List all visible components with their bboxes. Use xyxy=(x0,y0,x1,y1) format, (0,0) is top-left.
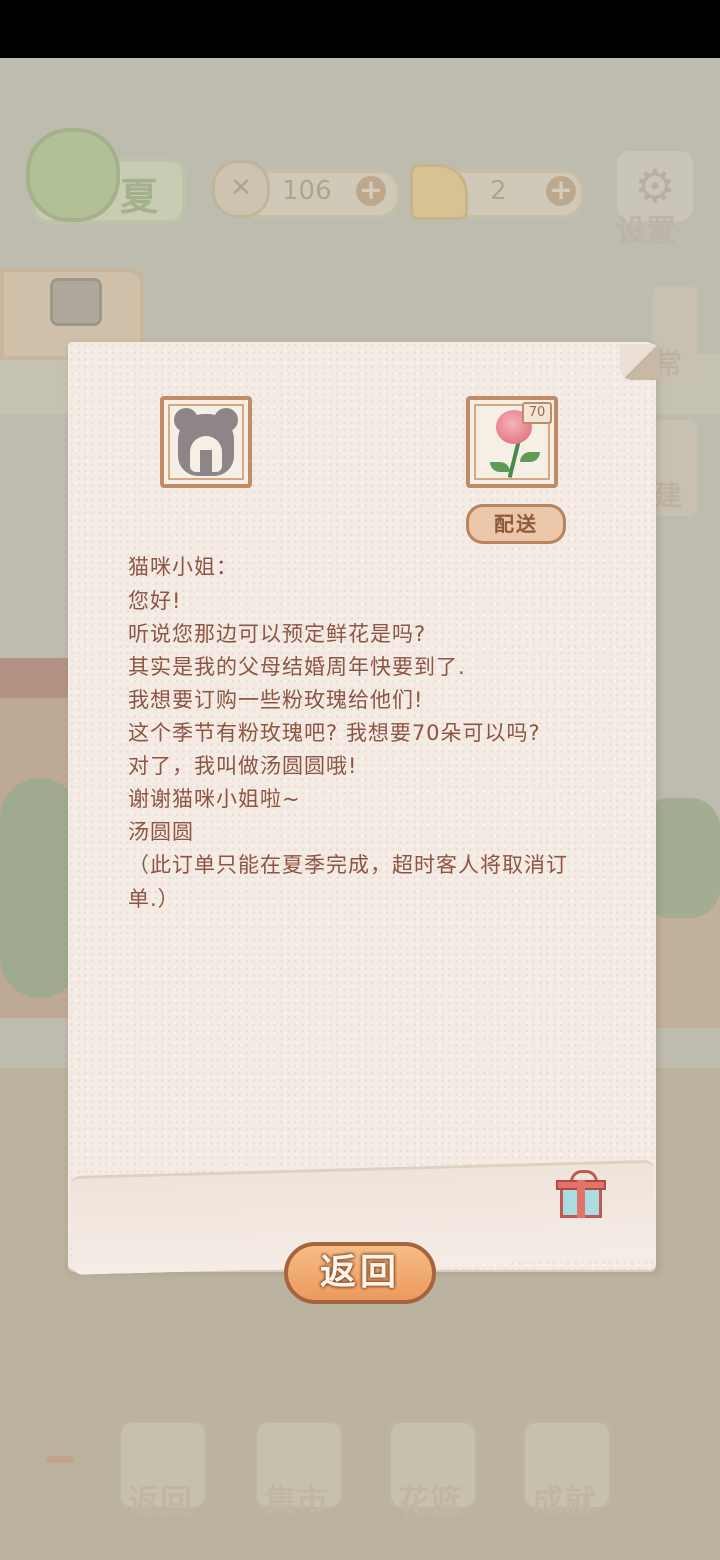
letter-line: 猫咪小姐： xyxy=(128,555,238,579)
back-button[interactable]: 返回 xyxy=(284,1242,436,1304)
deliver-button[interactable]: 配送 xyxy=(466,504,566,544)
order-quantity-badge: 70 xyxy=(522,402,552,424)
gift-icon[interactable] xyxy=(556,1170,606,1220)
letter-line: 其实是我的父母结婚周年快要到了. xyxy=(128,655,466,679)
letter-signature: 汤圆圆 xyxy=(128,820,194,844)
customer-avatar-frame xyxy=(160,396,252,488)
status-bar xyxy=(0,0,720,58)
letter-line: 我想要订购一些粉玫瑰给他们! xyxy=(128,688,424,712)
order-note: （此订单只能在夏季完成，超时客人将取消订单.） xyxy=(128,853,568,911)
paper-corner-fold xyxy=(620,344,660,380)
letter-line: 您好! xyxy=(128,589,182,613)
letter-line: 谢谢猫咪小姐啦~ xyxy=(128,787,301,811)
letter-line: 听说您那边可以预定鲜花是吗? xyxy=(128,622,427,646)
order-item-frame: 70 xyxy=(466,396,558,488)
letter-line: 这个季节有粉玫瑰吧? 我想要70朵可以吗? xyxy=(128,721,541,745)
letter-line: 对了，我叫做汤圆圆哦! xyxy=(128,754,358,778)
